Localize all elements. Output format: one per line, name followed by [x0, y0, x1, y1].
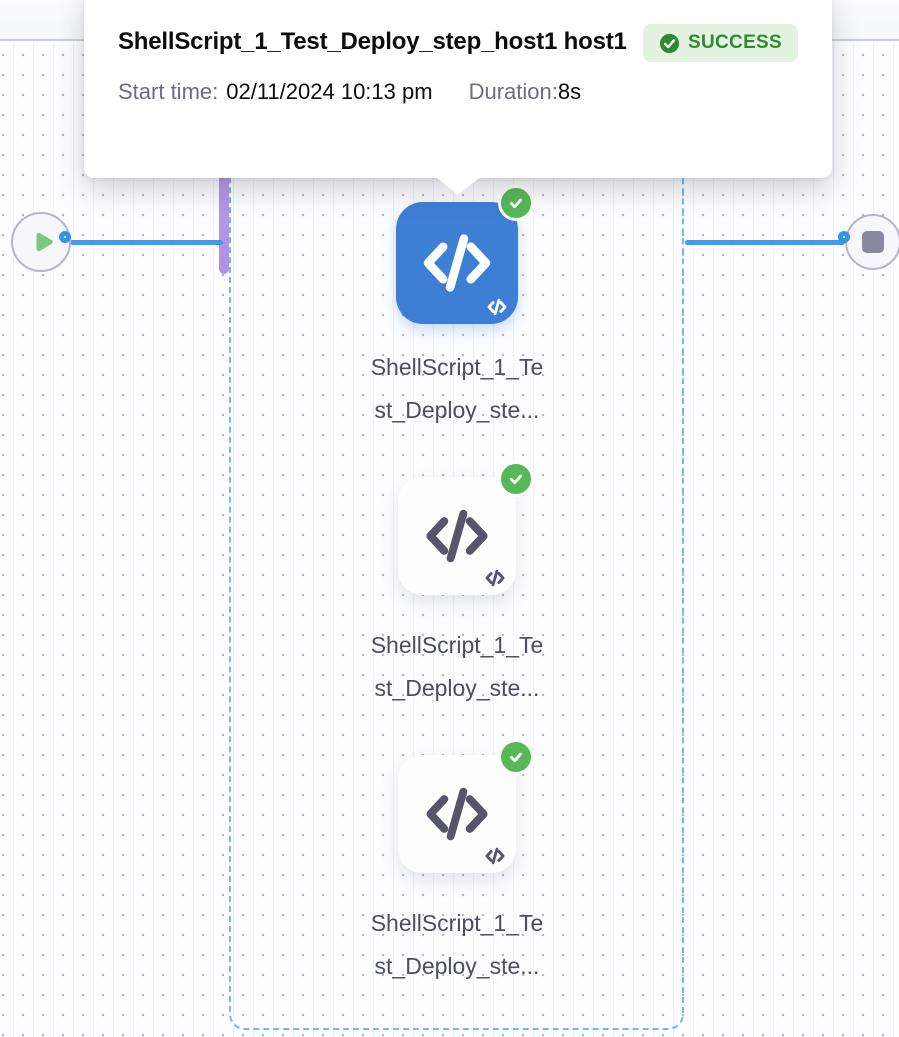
- step-type-code-icon: [486, 298, 508, 316]
- step-node-2[interactable]: [398, 477, 516, 595]
- status-badge: SUCCESS: [643, 24, 798, 62]
- connector-port-left: [59, 231, 71, 243]
- code-icon: [420, 230, 494, 296]
- step-label-2: ShellScript_1_Test_Deploy_ste...: [366, 624, 548, 710]
- success-check-icon: [498, 461, 534, 497]
- step-node-3[interactable]: [398, 755, 516, 873]
- connector-port-right: [838, 231, 850, 243]
- step-label-3: ShellScript_1_Test_Deploy_ste...: [366, 902, 548, 988]
- connector-line-right: [685, 240, 845, 245]
- tooltip-step-title: ShellScript_1_Test_Deploy_step_host1 hos…: [118, 20, 627, 64]
- duration-value: 8s: [558, 76, 581, 108]
- purple-accent-bar: [219, 168, 229, 274]
- pipeline-execution-screen: ShellScript_1_Test_Deploy_ste... ShellSc…: [0, 0, 899, 1037]
- status-badge-label: SUCCESS: [688, 32, 782, 54]
- stop-icon: [862, 231, 884, 253]
- step-type-code-icon: [484, 569, 506, 587]
- success-check-icon: [498, 185, 534, 221]
- step-type-code-icon: [484, 847, 506, 865]
- step-tooltip: ShellScript_1_Test_Deploy_step_host1 hos…: [84, 0, 832, 178]
- tooltip-caret: [437, 178, 479, 195]
- end-node[interactable]: [845, 214, 899, 270]
- code-icon: [423, 784, 491, 844]
- start-time-label: Start time:: [118, 76, 218, 108]
- duration-label: Duration:: [469, 76, 558, 108]
- code-icon: [423, 506, 491, 566]
- start-time-value: 02/11/2024 10:13 pm: [226, 76, 432, 108]
- play-icon: [30, 229, 56, 255]
- step-node-1[interactable]: [396, 202, 518, 324]
- success-check-icon: [659, 33, 680, 54]
- success-check-icon: [498, 739, 534, 775]
- connector-line-left: [70, 240, 223, 245]
- step-label-1: ShellScript_1_Test_Deploy_ste...: [366, 346, 548, 432]
